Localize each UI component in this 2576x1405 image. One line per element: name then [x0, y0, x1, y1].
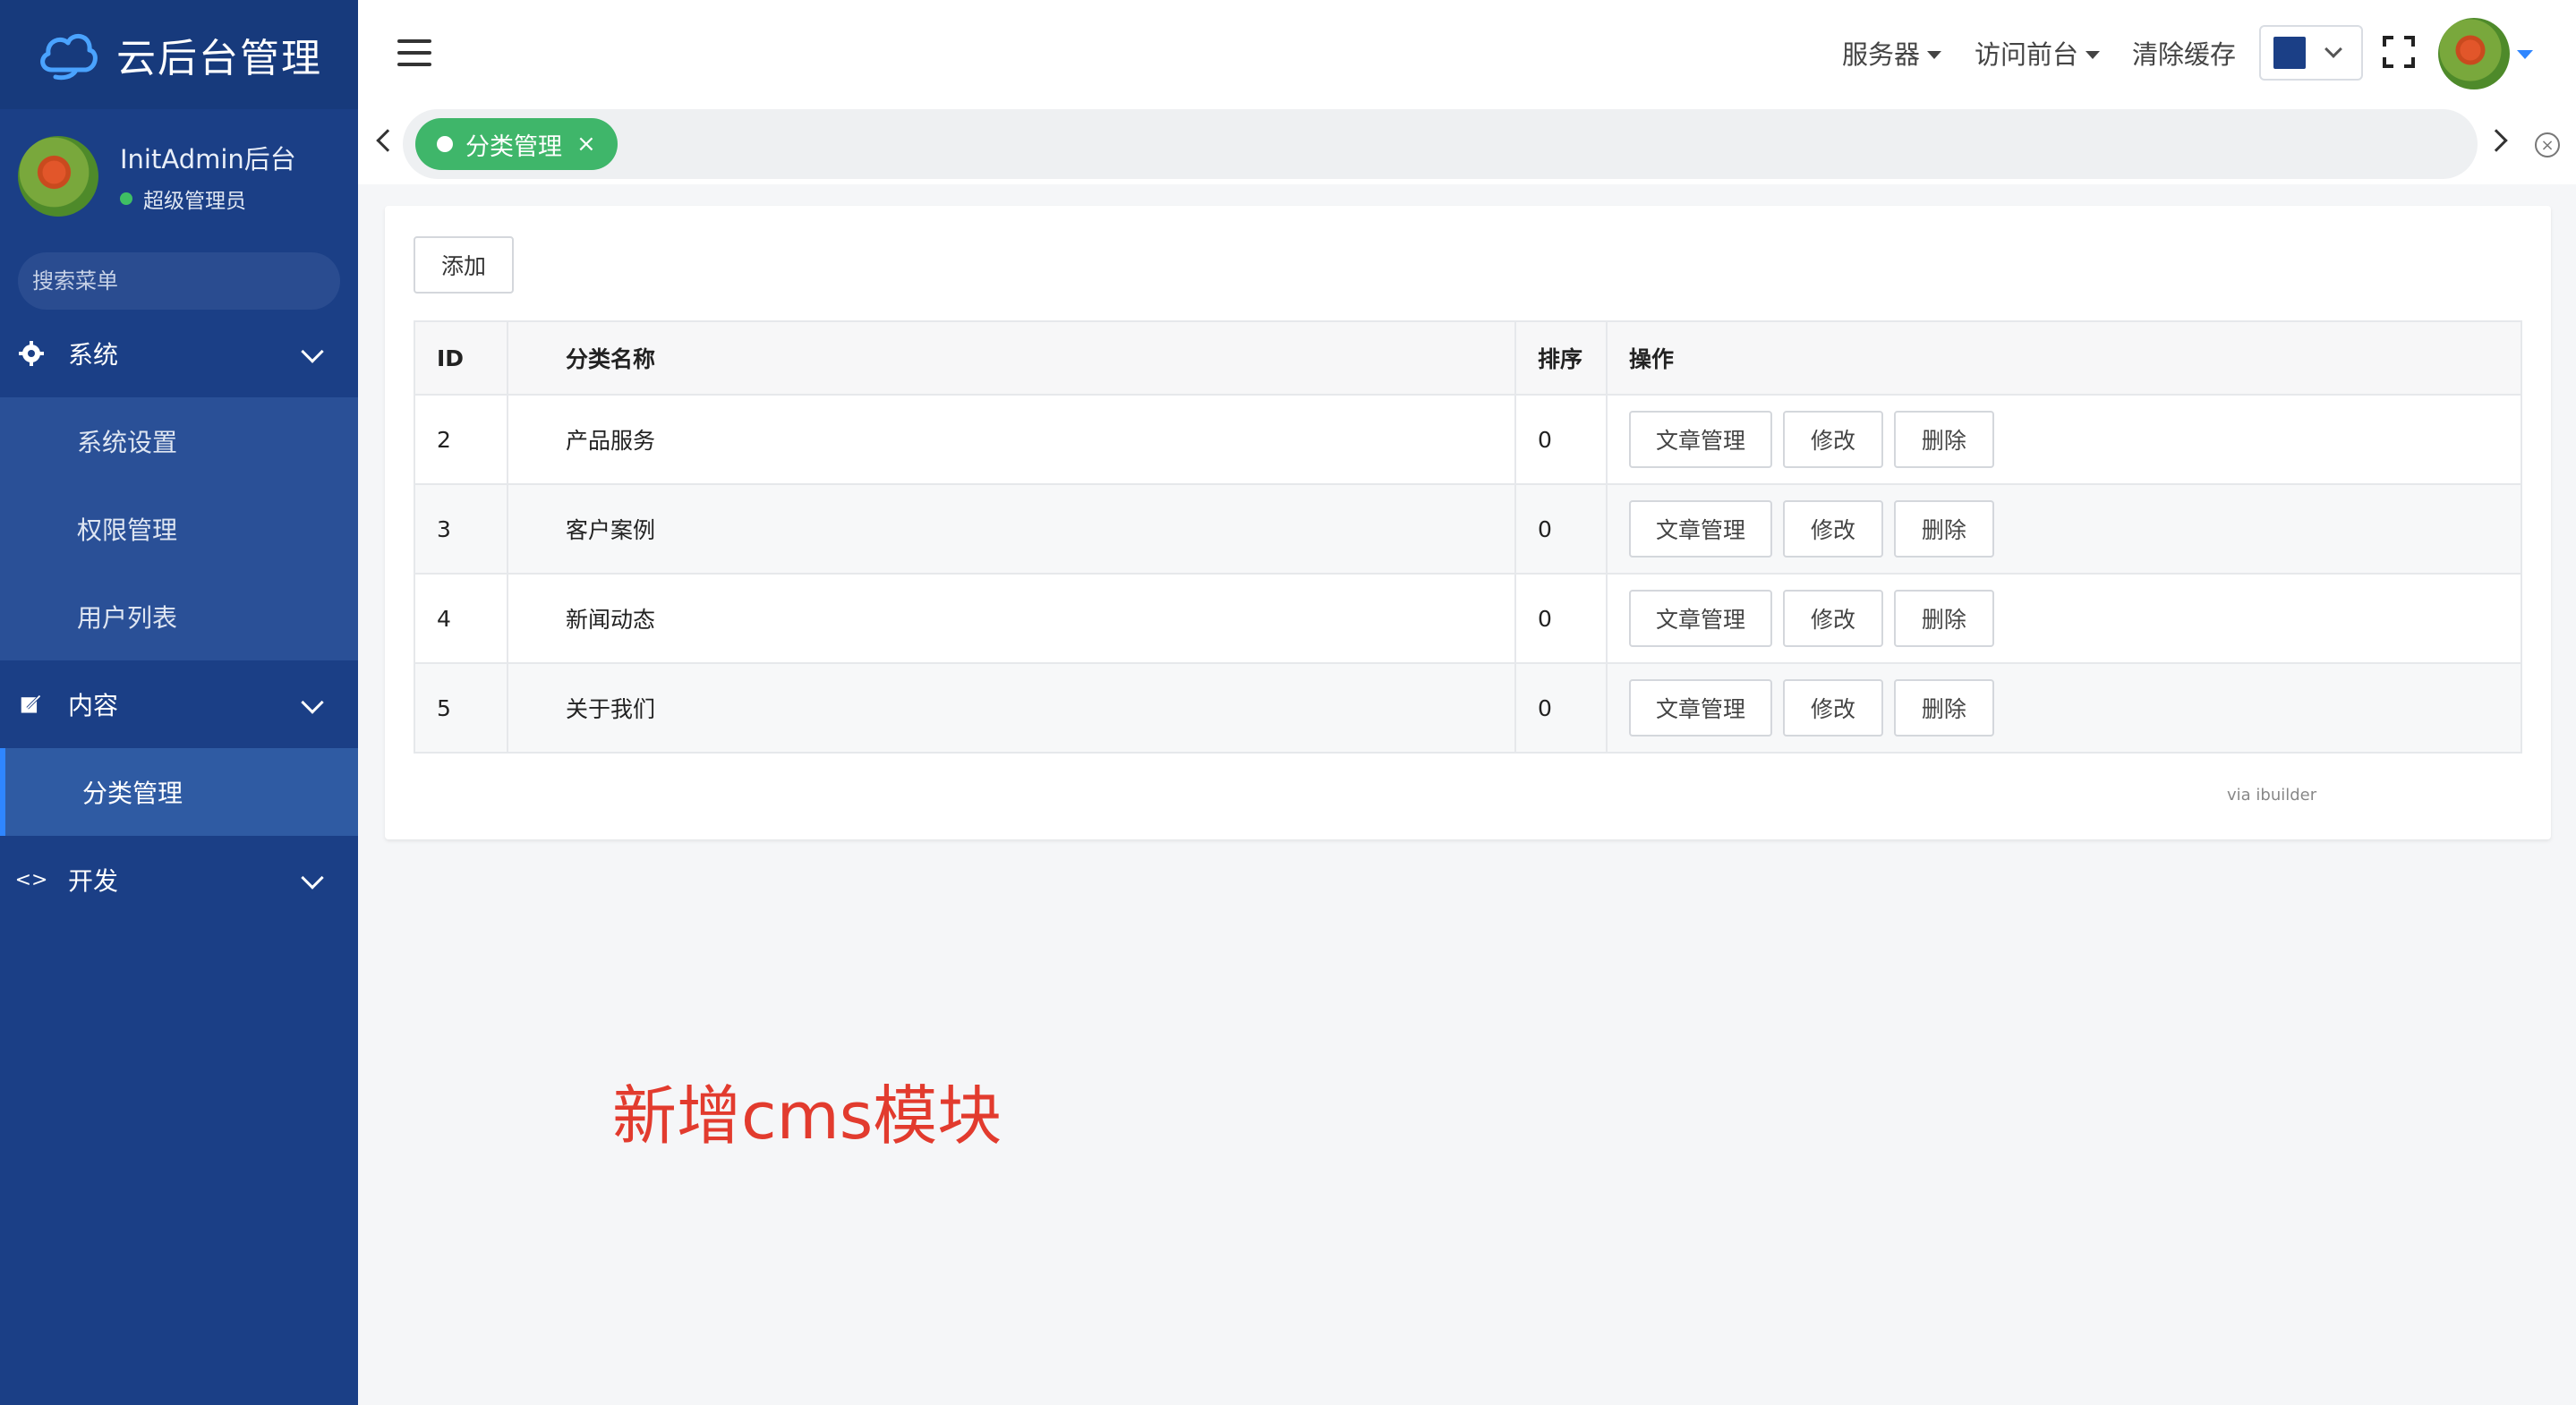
online-status-dot [120, 192, 132, 205]
column-header-id[interactable]: ID [414, 320, 508, 396]
user-role-label: 超级管理员 [143, 190, 246, 213]
server-label: 服务器 [1842, 39, 1921, 70]
table-row: 2 产品服务 0 文章管理 修改 删除 [414, 394, 2522, 485]
column-header-sort[interactable]: 排序 [1514, 320, 1608, 396]
gear-icon [18, 340, 45, 367]
cell-id: 3 [414, 483, 508, 575]
table-row: 4 新闻动态 0 文章管理 修改 删除 [414, 573, 2522, 664]
sidebar-item-permissions[interactable]: 权限管理 [0, 485, 358, 573]
via-credit: via ibuilder [2227, 786, 2317, 805]
column-header-name[interactable]: 分类名称 [507, 320, 1516, 396]
chevron-down-icon [301, 866, 324, 890]
cell-id: 2 [414, 394, 508, 485]
user-name: InitAdmin后台 [120, 144, 296, 175]
menu-group-dev[interactable]: <> 开发 [0, 836, 358, 924]
article-management-button[interactable]: 文章管理 [1629, 500, 1772, 558]
cell-sort: 0 [1514, 573, 1608, 664]
theme-color-swatch [2273, 37, 2306, 69]
brand[interactable]: 云后台管理 [0, 0, 358, 109]
delete-button[interactable]: 删除 [1893, 679, 1994, 737]
cell-sort: 0 [1514, 394, 1608, 485]
article-management-button[interactable]: 文章管理 [1629, 679, 1772, 737]
frontend-dropdown[interactable]: 访问前台 [1975, 34, 2101, 72]
active-tab-dot [437, 136, 453, 152]
cell-ops: 文章管理 修改 删除 [1606, 573, 2522, 664]
edit-button[interactable]: 修改 [1782, 590, 1883, 647]
fullscreen-icon[interactable] [2383, 36, 2415, 68]
edit-button[interactable]: 修改 [1782, 411, 1883, 468]
category-table: ID 分类名称 排序 操作 2 产品服务 0 文章管理 修改 删除 3 客户案例… [414, 320, 2522, 754]
cell-sort: 0 [1514, 662, 1608, 754]
submenu-system: 系统设置 权限管理 用户列表 [0, 397, 358, 660]
caret-down-icon[interactable] [2517, 50, 2533, 59]
edit-icon [18, 691, 45, 718]
article-management-button[interactable]: 文章管理 [1629, 590, 1772, 647]
frontend-label: 访问前台 [1975, 39, 2079, 70]
sidebar: 云后台管理 InitAdmin后台 超级管理员 系统 系统设置 权限管理 用户列… [0, 0, 358, 1405]
close-all-tabs-icon[interactable]: × [2535, 132, 2560, 158]
sidebar-item-system-settings[interactable]: 系统设置 [0, 397, 358, 485]
cell-name: 客户案例 [507, 483, 1516, 575]
scroll-right-icon[interactable] [2485, 129, 2508, 152]
theme-color-select[interactable] [2259, 25, 2363, 81]
tabs-bar: 分类管理 × × [358, 106, 2576, 184]
caret-down-icon [1927, 50, 1942, 59]
chevron-down-icon [301, 340, 324, 363]
sidebar-item-user-list[interactable]: 用户列表 [0, 573, 358, 660]
cloud-icon [36, 25, 100, 84]
cell-ops: 文章管理 修改 删除 [1606, 394, 2522, 485]
tab-track: 分类管理 × [403, 109, 2478, 179]
article-management-button[interactable]: 文章管理 [1629, 411, 1772, 468]
menu-search-input[interactable] [32, 268, 337, 294]
add-button[interactable]: 添加 [414, 236, 514, 294]
menu-group-label: 内容 [68, 691, 119, 720]
cell-name: 关于我们 [507, 662, 1516, 754]
content-card: 添加 ID 分类名称 排序 操作 2 产品服务 0 文章管理 修改 删除 3 客… [385, 206, 2551, 839]
cell-ops: 文章管理 修改 删除 [1606, 662, 2522, 754]
cell-ops: 文章管理 修改 删除 [1606, 483, 2522, 575]
tab-label: 分类管理 [465, 132, 562, 161]
cell-name: 新闻动态 [507, 573, 1516, 664]
menu-group-label: 开发 [68, 866, 119, 896]
scroll-left-icon[interactable] [376, 129, 399, 152]
table-row: 3 客户案例 0 文章管理 修改 删除 [414, 483, 2522, 575]
cell-id: 5 [414, 662, 508, 754]
edit-button[interactable]: 修改 [1782, 679, 1883, 737]
user-panel: InitAdmin后台 超级管理员 [0, 109, 358, 243]
topbar: 服务器 访问前台 清除缓存 [358, 0, 2576, 106]
server-dropdown[interactable]: 服务器 [1842, 34, 1942, 72]
cell-name: 产品服务 [507, 394, 1516, 485]
close-tab-icon[interactable]: × [576, 131, 596, 158]
menu-toggle-icon[interactable] [397, 39, 431, 66]
menu-group-system[interactable]: 系统 [0, 310, 358, 397]
brand-title: 云后台管理 [116, 36, 322, 81]
code-icon: <> [14, 868, 48, 891]
caret-down-icon [2086, 50, 2101, 59]
tab-category-management[interactable]: 分类管理 × [415, 118, 618, 170]
menu-group-content[interactable]: 内容 [0, 660, 358, 748]
delete-button[interactable]: 删除 [1893, 500, 1994, 558]
avatar[interactable] [18, 136, 98, 217]
user-avatar-button[interactable] [2438, 18, 2510, 89]
user-role: 超级管理员 [120, 183, 296, 214]
delete-button[interactable]: 删除 [1893, 411, 1994, 468]
chevron-down-icon [2324, 40, 2342, 58]
cell-id: 4 [414, 573, 508, 664]
delete-button[interactable]: 删除 [1893, 590, 1994, 647]
annotation-text: 新增cms模块 [612, 1078, 1002, 1154]
column-header-ops: 操作 [1606, 320, 2522, 396]
submenu-content: 分类管理 [0, 748, 358, 836]
chevron-down-icon [301, 691, 324, 714]
edit-button[interactable]: 修改 [1782, 500, 1883, 558]
cell-sort: 0 [1514, 483, 1608, 575]
menu-search [18, 252, 340, 310]
clear-cache-link[interactable]: 清除缓存 [2132, 34, 2236, 72]
sidebar-item-category-management[interactable]: 分类管理 [0, 748, 358, 836]
table-row: 5 关于我们 0 文章管理 修改 删除 [414, 662, 2522, 754]
menu-group-label: 系统 [68, 340, 119, 370]
table-header-row: ID 分类名称 排序 操作 [414, 320, 2522, 396]
